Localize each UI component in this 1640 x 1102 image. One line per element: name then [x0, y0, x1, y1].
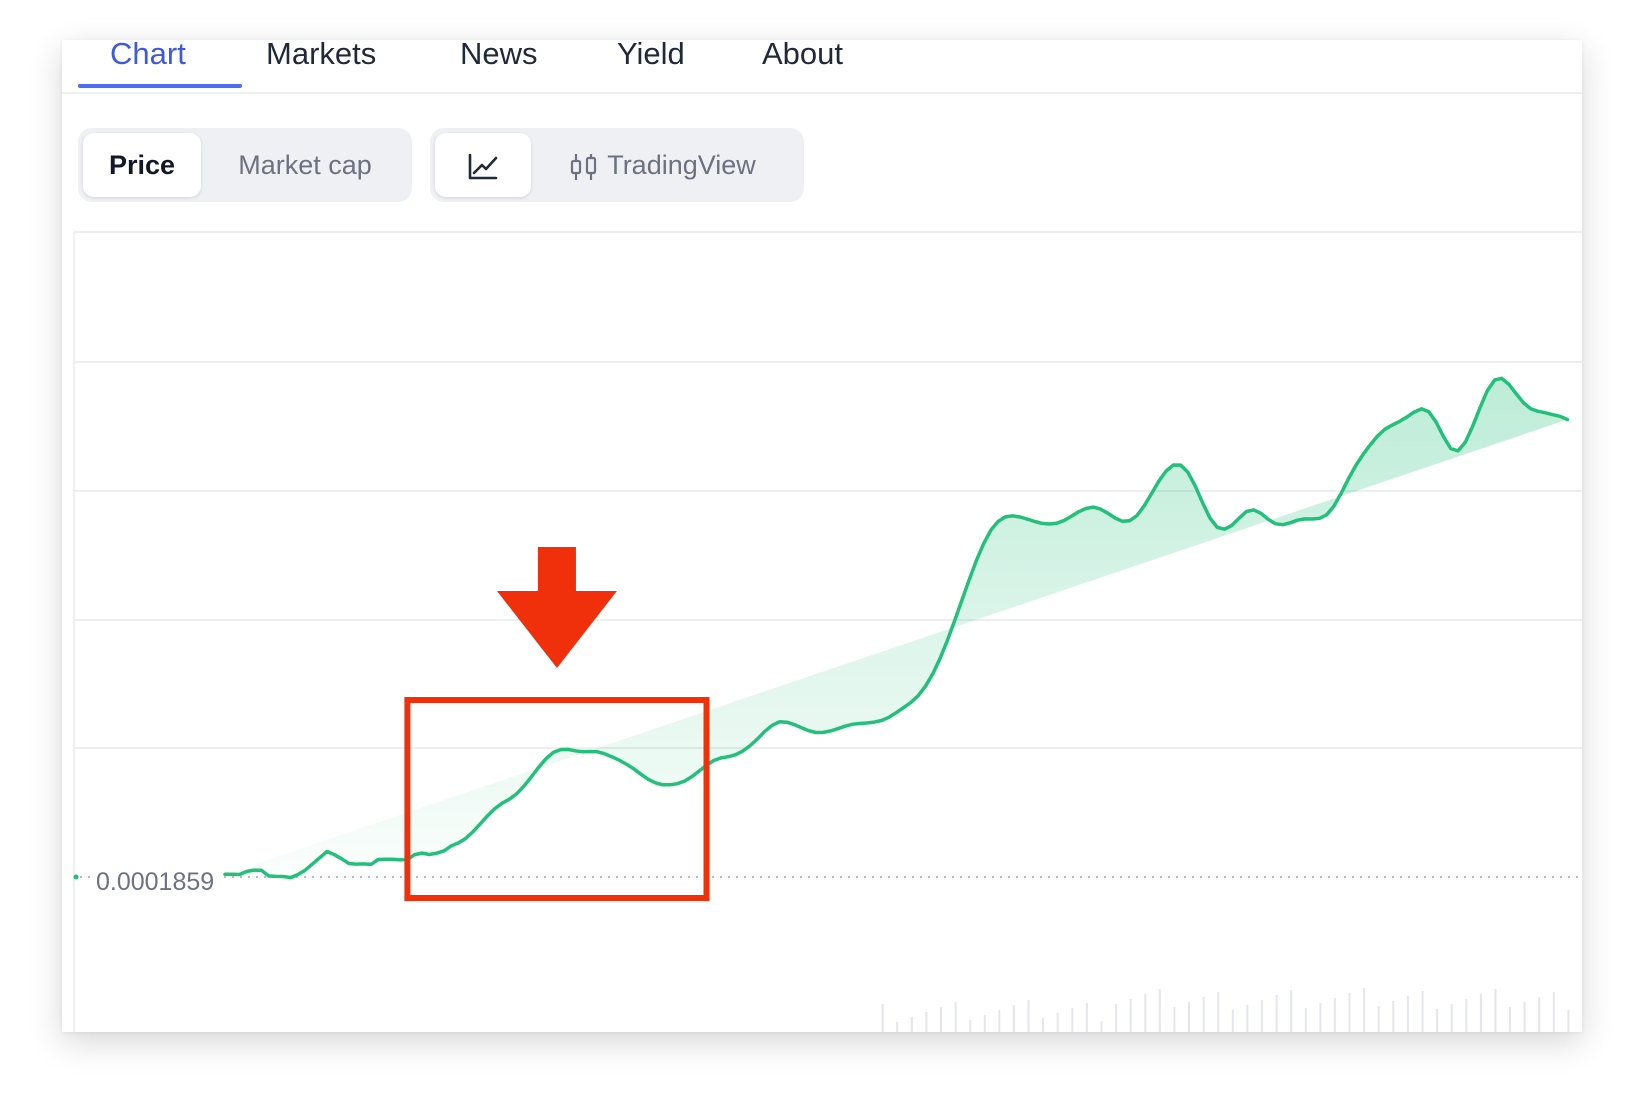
- volume-bar: [1436, 1009, 1439, 1032]
- volume-bar: [1290, 990, 1293, 1032]
- volume-bar: [1567, 1010, 1570, 1032]
- reference-price-marker: [73, 874, 79, 880]
- volume-bar: [940, 1007, 942, 1032]
- volume-bar: [1319, 1003, 1322, 1032]
- volume-bar: [1115, 1004, 1118, 1032]
- volume-bar: [1056, 1013, 1059, 1032]
- volume-bars: [881, 988, 1570, 1032]
- volume-bar: [1129, 999, 1132, 1032]
- volume-bar: [1479, 994, 1482, 1032]
- volume-bar: [1377, 1006, 1380, 1032]
- volume-bar: [998, 1010, 1001, 1032]
- volume-bar: [1275, 995, 1278, 1032]
- volume-bar: [896, 1022, 899, 1032]
- volume-bar: [983, 1015, 986, 1032]
- volume-bar: [1421, 991, 1424, 1032]
- volume-bar: [1552, 992, 1555, 1032]
- volume-bar: [1100, 1021, 1103, 1032]
- volume-bar: [1042, 1018, 1045, 1032]
- volume-bar: [1509, 1007, 1511, 1032]
- volume-bar: [1158, 989, 1161, 1032]
- volume-bar: [1085, 1003, 1088, 1032]
- volume-bar: [1465, 999, 1468, 1032]
- volume-bar: [1217, 992, 1220, 1032]
- volume-bar: [1202, 997, 1205, 1032]
- volume-bar: [1450, 1004, 1453, 1032]
- price-line: [223, 376, 1570, 880]
- volume-bar: [1231, 1010, 1234, 1032]
- volume-bar: [1523, 1002, 1526, 1032]
- coin-chart-panel: Chart Markets News Yield About Price Mar…: [62, 40, 1582, 1032]
- volume-bar: [1348, 993, 1351, 1032]
- volume-bar: [1027, 1000, 1030, 1032]
- volume-bar: [1392, 1001, 1395, 1032]
- volume-bar: [1333, 998, 1336, 1032]
- volume-bar: [1188, 1002, 1190, 1032]
- volume-bar: [1246, 1005, 1249, 1032]
- volume-bar: [881, 1004, 884, 1032]
- down-arrow-annotation: [496, 547, 617, 668]
- volume-bar: [1071, 1008, 1074, 1032]
- volume-bar: [1304, 1008, 1307, 1032]
- price-chart: [73, 231, 1582, 1032]
- reference-price-label: 0.0001859: [92, 868, 219, 897]
- volume-bar: [1363, 988, 1366, 1032]
- volume-bar: [1494, 989, 1497, 1032]
- volume-bar: [1173, 1007, 1176, 1032]
- volume-bar: [910, 1017, 913, 1032]
- volume-bar: [1406, 996, 1409, 1032]
- volume-bar: [1012, 1005, 1015, 1032]
- volume-bar: [925, 1012, 928, 1032]
- volume-bar: [1144, 994, 1147, 1032]
- volume-bar: [1538, 997, 1541, 1032]
- volume-bar: [969, 1020, 972, 1032]
- volume-bar: [954, 1002, 957, 1032]
- volume-bar: [1261, 1000, 1263, 1032]
